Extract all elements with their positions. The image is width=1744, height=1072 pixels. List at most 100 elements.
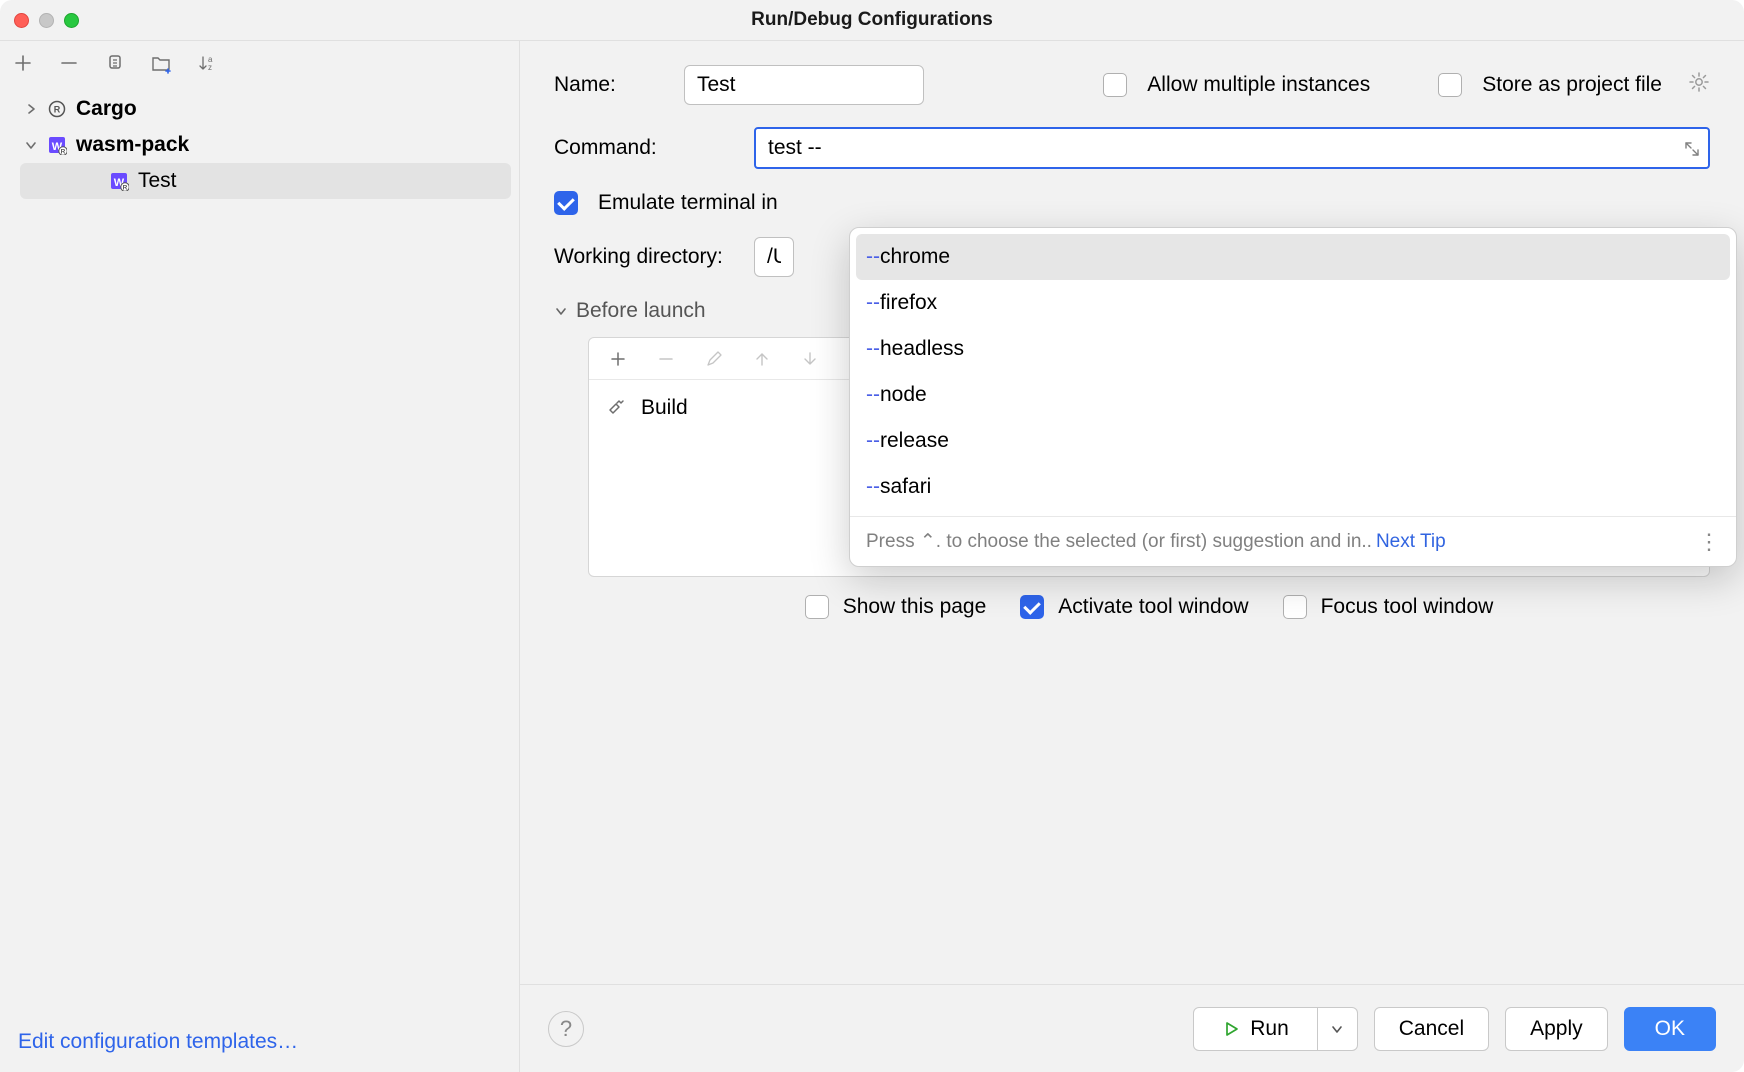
autocomplete-term: node	[880, 383, 927, 407]
remove-icon[interactable]	[653, 346, 679, 372]
autocomplete-dash: --	[866, 337, 880, 361]
minimize-icon[interactable]	[39, 13, 54, 28]
autocomplete-term: safari	[880, 475, 931, 499]
play-icon	[1222, 1020, 1240, 1038]
apply-button-label: Apply	[1530, 1017, 1583, 1041]
remove-icon[interactable]	[56, 50, 82, 76]
hammer-icon	[605, 397, 627, 419]
chevron-down-icon	[554, 304, 568, 318]
allow-multiple-checkbox[interactable]	[1103, 73, 1127, 97]
autocomplete-term: release	[880, 429, 949, 453]
autocomplete-item[interactable]: --chrome	[856, 234, 1730, 280]
tree-item-wasm-pack[interactable]: WR wasm-pack	[20, 127, 511, 163]
tree-label: Test	[138, 169, 177, 193]
autocomplete-dash: --	[866, 245, 880, 269]
autocomplete-item[interactable]: --node	[856, 372, 1730, 418]
help-icon[interactable]: ?	[548, 1011, 584, 1047]
command-input[interactable]	[754, 127, 1710, 169]
run-button[interactable]: Run	[1193, 1007, 1318, 1051]
autocomplete-term: firefox	[880, 291, 937, 315]
sidebar-toolbar: az	[0, 41, 519, 85]
chevron-right-icon	[24, 102, 38, 116]
apply-button[interactable]: Apply	[1505, 1007, 1608, 1051]
autocomplete-popup: --chrome --firefox --headless --node --r…	[849, 227, 1737, 567]
run-dropdown-button[interactable]	[1318, 1007, 1358, 1051]
focus-option: Focus tool window	[1283, 595, 1494, 619]
tree-label: Cargo	[76, 97, 137, 121]
next-tip-link[interactable]: Next Tip	[1376, 531, 1446, 552]
add-icon[interactable]	[10, 50, 36, 76]
autocomplete-item[interactable]: --firefox	[856, 280, 1730, 326]
svg-text:z: z	[208, 63, 212, 72]
svg-text:R: R	[61, 149, 66, 156]
ok-button-label: OK	[1655, 1017, 1685, 1041]
autocomplete-term: headless	[880, 337, 964, 361]
zoom-icon[interactable]	[64, 13, 79, 28]
autocomplete-item[interactable]: --safari	[856, 464, 1730, 510]
store-as-project-label: Store as project file	[1482, 73, 1662, 97]
cancel-button[interactable]: Cancel	[1374, 1007, 1489, 1051]
tree-item-test[interactable]: WR Test	[20, 163, 511, 199]
autocomplete-dash: --	[866, 383, 880, 407]
focus-checkbox[interactable]	[1283, 595, 1307, 619]
svg-text:R: R	[123, 185, 128, 192]
name-input[interactable]	[684, 65, 924, 105]
autocomplete-hint: Press ⌃. to choose the selected (or firs…	[866, 530, 1684, 553]
tree-item-cargo[interactable]: R Cargo	[20, 91, 511, 127]
focus-label: Focus tool window	[1321, 595, 1494, 619]
before-launch-item-label: Build	[641, 396, 688, 420]
autocomplete-list: --chrome --firefox --headless --node --r…	[850, 228, 1736, 516]
emulate-terminal-checkbox[interactable]	[554, 191, 578, 215]
autocomplete-dash: --	[866, 475, 880, 499]
show-page-checkbox[interactable]	[805, 595, 829, 619]
dialog-bottom-bar: ? Run Cancel Apply OK	[520, 984, 1744, 1072]
activate-option: Activate tool window	[1020, 595, 1248, 619]
working-dir-label: Working directory:	[554, 245, 734, 269]
down-icon[interactable]	[797, 346, 823, 372]
autocomplete-item[interactable]: --headless	[856, 326, 1730, 372]
cancel-button-label: Cancel	[1399, 1017, 1464, 1041]
working-dir-input[interactable]	[754, 237, 794, 277]
sort-icon[interactable]: az	[194, 50, 220, 76]
activate-checkbox[interactable]	[1020, 595, 1044, 619]
store-as-project-checkbox[interactable]	[1438, 73, 1462, 97]
traffic-lights	[14, 13, 79, 28]
run-button-label: Run	[1250, 1017, 1289, 1041]
folder-add-icon[interactable]	[148, 50, 174, 76]
show-page-label: Show this page	[843, 595, 987, 619]
command-row: Command:	[554, 127, 1710, 169]
rust-icon: R	[46, 98, 68, 120]
command-label: Command:	[554, 136, 734, 160]
svg-text:R: R	[54, 105, 61, 115]
close-icon[interactable]	[14, 13, 29, 28]
titlebar: Run/Debug Configurations	[0, 0, 1744, 40]
tree-label: wasm-pack	[76, 133, 189, 157]
autocomplete-term: chrome	[880, 245, 950, 269]
chevron-down-icon	[1331, 1023, 1343, 1035]
add-icon[interactable]	[605, 346, 631, 372]
copy-icon[interactable]	[102, 50, 128, 76]
name-row: Name: Allow multiple instances Store as …	[554, 65, 1710, 105]
up-icon[interactable]	[749, 346, 775, 372]
ok-button[interactable]: OK	[1624, 1007, 1716, 1051]
window-title: Run/Debug Configurations	[751, 9, 993, 31]
edit-icon[interactable]	[701, 346, 727, 372]
wasm-icon: WR	[46, 134, 68, 156]
before-launch-title: Before launch	[576, 299, 706, 323]
gear-icon[interactable]	[1688, 71, 1710, 99]
autocomplete-dash: --	[866, 291, 880, 315]
autocomplete-dash: --	[866, 429, 880, 453]
sidebar: az R Cargo	[0, 41, 520, 1072]
edit-templates-link[interactable]: Edit configuration templates…	[18, 1030, 298, 1054]
run-button-group: Run	[1193, 1007, 1358, 1051]
expand-icon[interactable]	[1684, 139, 1702, 157]
emulate-row: Emulate terminal in	[554, 191, 1710, 215]
run-options-row: Show this page Activate tool window Focu…	[554, 577, 1710, 619]
show-page-option: Show this page	[805, 595, 987, 619]
chevron-down-icon	[24, 138, 38, 152]
name-label: Name:	[554, 73, 664, 97]
more-icon[interactable]: ⋮	[1698, 529, 1720, 555]
config-tree: R Cargo WR wasm-pack WR	[0, 85, 519, 1012]
autocomplete-item[interactable]: --release	[856, 418, 1730, 464]
emulate-terminal-label: Emulate terminal in	[598, 191, 778, 215]
